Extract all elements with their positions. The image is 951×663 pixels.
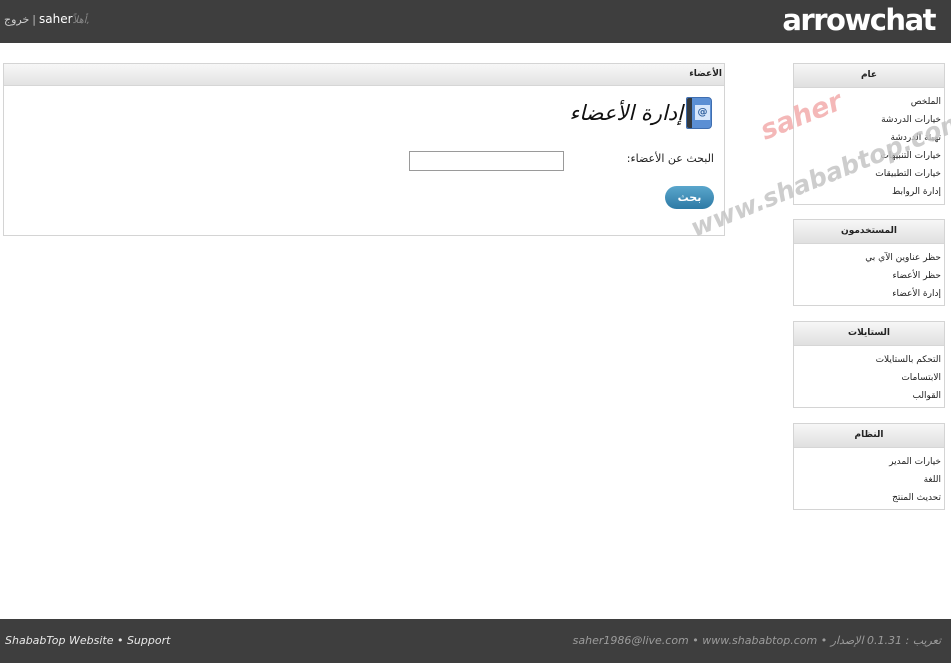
logout-link[interactable]: خروج	[4, 13, 29, 26]
sidebar-item-smilies[interactable]: الابتسامات	[794, 369, 941, 387]
footer: ShababTop Website • Support saher1986@li…	[0, 619, 951, 663]
greeting-text: أهلاً,	[72, 15, 90, 26]
sidebar-box-title: المستخدمون	[794, 220, 944, 244]
sidebar-item-manage-members[interactable]: إدارة الأعضاء	[794, 285, 941, 303]
sidebar-item-style-control[interactable]: التحكم بالستايلات	[794, 351, 941, 369]
footer-links[interactable]: ShababTop Website • Support	[5, 634, 170, 647]
search-button[interactable]: بحث	[665, 186, 714, 209]
sidebar-item-language[interactable]: اللغة	[794, 471, 941, 489]
sidebar-item-templates[interactable]: القوالب	[794, 387, 941, 405]
top-bar: خروج | saherأهلاً, arrowchat	[0, 0, 951, 43]
username-link[interactable]: saher	[39, 12, 73, 26]
sidebar-item-chat-setup[interactable]: تهيئة الدردشة	[794, 129, 941, 147]
sidebar-box-title: الستايلات	[794, 322, 944, 346]
sidebar-item-admin-options[interactable]: خيارات المدير	[794, 453, 941, 471]
sidebar-box-styles: الستايلات التحكم بالستايلات الابتسامات ا…	[793, 321, 945, 408]
sidebar-item-ban-members[interactable]: حظر الأعضاء	[794, 267, 941, 285]
footer-credits: saher1986@live.com • www.shababtop.com •…	[572, 634, 941, 647]
nav-separator: |	[32, 13, 37, 26]
members-panel: الأعضاء إدارة الأعضاء البحث عن الأعضاء: …	[3, 63, 725, 236]
sidebar-box-title: النظام	[794, 424, 944, 448]
sidebar-box-users: المستخدمون حظر عناوين الآي بي حظر الأعضا…	[793, 219, 945, 306]
search-label: البحث عن الأعضاء:	[626, 152, 714, 165]
page-title: إدارة الأعضاء	[569, 101, 683, 125]
page-title-row: إدارة الأعضاء	[569, 95, 712, 131]
sidebar-item-chat-options[interactable]: خيارات الدردشة	[794, 111, 941, 129]
sidebar-box-system: النظام خيارات المدير اللغة تحديث المنتج	[793, 423, 945, 510]
panel-title: الأعضاء	[4, 64, 724, 86]
member-search-input[interactable]	[409, 151, 564, 171]
sidebar-item-summary[interactable]: الملخص	[794, 93, 941, 111]
sidebar-box-general: عام الملخص خيارات الدردشة تهيئة الدردشة …	[793, 63, 945, 205]
sidebar-item-manage-links[interactable]: إدارة الروابط	[794, 183, 941, 201]
address-book-icon	[686, 97, 712, 129]
sidebar-item-app-options[interactable]: خيارات التطبيقات	[794, 165, 941, 183]
user-nav: خروج | saherأهلاً,	[4, 12, 90, 26]
arrowchat-logo[interactable]: arrowchat	[782, 2, 936, 38]
sidebar-item-ban-ip[interactable]: حظر عناوين الآي بي	[794, 249, 941, 267]
sidebar-item-product-update[interactable]: تحديث المنتج	[794, 489, 941, 507]
sidebar-box-title: عام	[794, 64, 944, 88]
sidebar-item-notification-options[interactable]: خيارات التنبيهات	[794, 147, 941, 165]
